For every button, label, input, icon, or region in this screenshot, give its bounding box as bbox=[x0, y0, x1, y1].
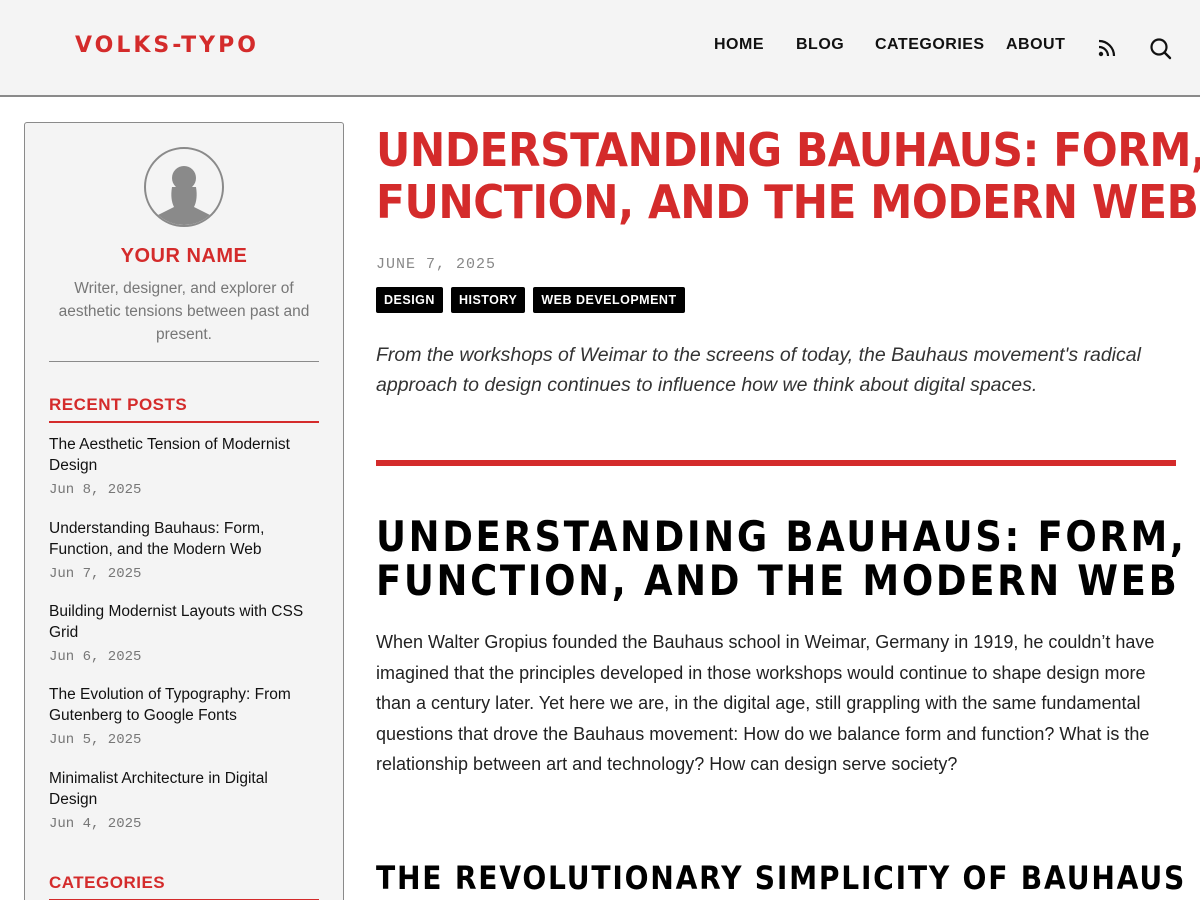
article-title-line: UNDERSTANDING BAUHAUS: FORM, bbox=[376, 123, 1200, 177]
article-paragraph: When Walter Gropius founded the Bauhaus … bbox=[376, 632, 1155, 774]
sidebar-divider bbox=[49, 361, 319, 362]
avatar bbox=[144, 147, 224, 227]
section-divider bbox=[376, 460, 1176, 466]
tag-design[interactable]: DESIGN bbox=[376, 287, 443, 313]
section-heading: UNDERSTANDING BAUHAUS: FORM, FUNCTION, A… bbox=[376, 512, 1187, 605]
article-title-line: FUNCTION, AND THE MODERN WEB bbox=[376, 175, 1199, 229]
article-title: UNDERSTANDING BAUHAUS: FORM, FUNCTION, A… bbox=[376, 123, 1200, 229]
rss-icon[interactable] bbox=[1097, 38, 1119, 60]
tag-web-development[interactable]: WEB DEVELOPMENT bbox=[533, 287, 685, 313]
site-header: VOLKS-TYPO HOME BLOG CATEGORIES ABOUT bbox=[0, 0, 1200, 97]
article-lede: From the workshops of Weimar to the scre… bbox=[376, 344, 1141, 396]
site-logo[interactable]: VOLKS-TYPO bbox=[75, 33, 259, 58]
section-heading-line: UNDERSTANDING BAUHAUS: FORM, bbox=[376, 512, 1187, 561]
recent-post-item: The Evolution of Typography: From Gutenb… bbox=[49, 684, 319, 748]
recent-post-item: The Aesthetic Tension of Modernist Desig… bbox=[49, 434, 319, 498]
search-icon[interactable] bbox=[1149, 37, 1172, 60]
profile-name: YOUR NAME bbox=[120, 245, 248, 267]
recent-posts-heading: RECENT POSTS bbox=[49, 395, 319, 423]
recent-post-link[interactable]: Building Modernist Layouts with CSS Grid bbox=[49, 601, 319, 643]
recent-post-date: Jun 8, 2025 bbox=[49, 482, 142, 498]
recent-post-link[interactable]: The Evolution of Typography: From Gutenb… bbox=[49, 684, 319, 726]
nav-blog[interactable]: BLOG bbox=[796, 36, 844, 54]
nav-about[interactable]: ABOUT bbox=[1006, 36, 1065, 54]
recent-post-date: Jun 7, 2025 bbox=[49, 566, 142, 582]
recent-post-item: Building Modernist Layouts with CSS Grid… bbox=[49, 601, 319, 665]
recent-post-date: Jun 5, 2025 bbox=[49, 732, 142, 748]
tag-history[interactable]: HISTORY bbox=[450, 287, 526, 313]
recent-post-item: Understanding Bauhaus: Form, Function, a… bbox=[49, 518, 319, 582]
tag-list: DESIGN HISTORY WEB DEVELOPMENT bbox=[376, 287, 685, 313]
recent-post-date: Jun 6, 2025 bbox=[49, 649, 142, 665]
recent-post-date: Jun 4, 2025 bbox=[49, 816, 142, 832]
article-date: JUNE 7, 2025 bbox=[376, 256, 497, 273]
subheading: THE REVOLUTIONARY SIMPLICITY OF BAUHAUS bbox=[376, 859, 1187, 897]
recent-post-link[interactable]: Minimalist Architecture in Digital Desig… bbox=[49, 768, 319, 810]
nav-categories[interactable]: CATEGORIES bbox=[875, 36, 985, 54]
sidebar: YOUR NAME Writer, designer, and explorer… bbox=[24, 122, 344, 900]
nav-home[interactable]: HOME bbox=[714, 36, 764, 54]
recent-post-link[interactable]: Understanding Bauhaus: Form, Function, a… bbox=[49, 518, 319, 560]
recent-post-link[interactable]: The Aesthetic Tension of Modernist Desig… bbox=[49, 434, 319, 476]
recent-post-item: Minimalist Architecture in Digital Desig… bbox=[49, 768, 319, 832]
section-heading-line: FUNCTION, AND THE MODERN WEB bbox=[376, 556, 1180, 605]
categories-heading: CATEGORIES bbox=[49, 873, 319, 900]
profile-bio: Writer, designer, and explorer of aesthe… bbox=[58, 280, 310, 343]
